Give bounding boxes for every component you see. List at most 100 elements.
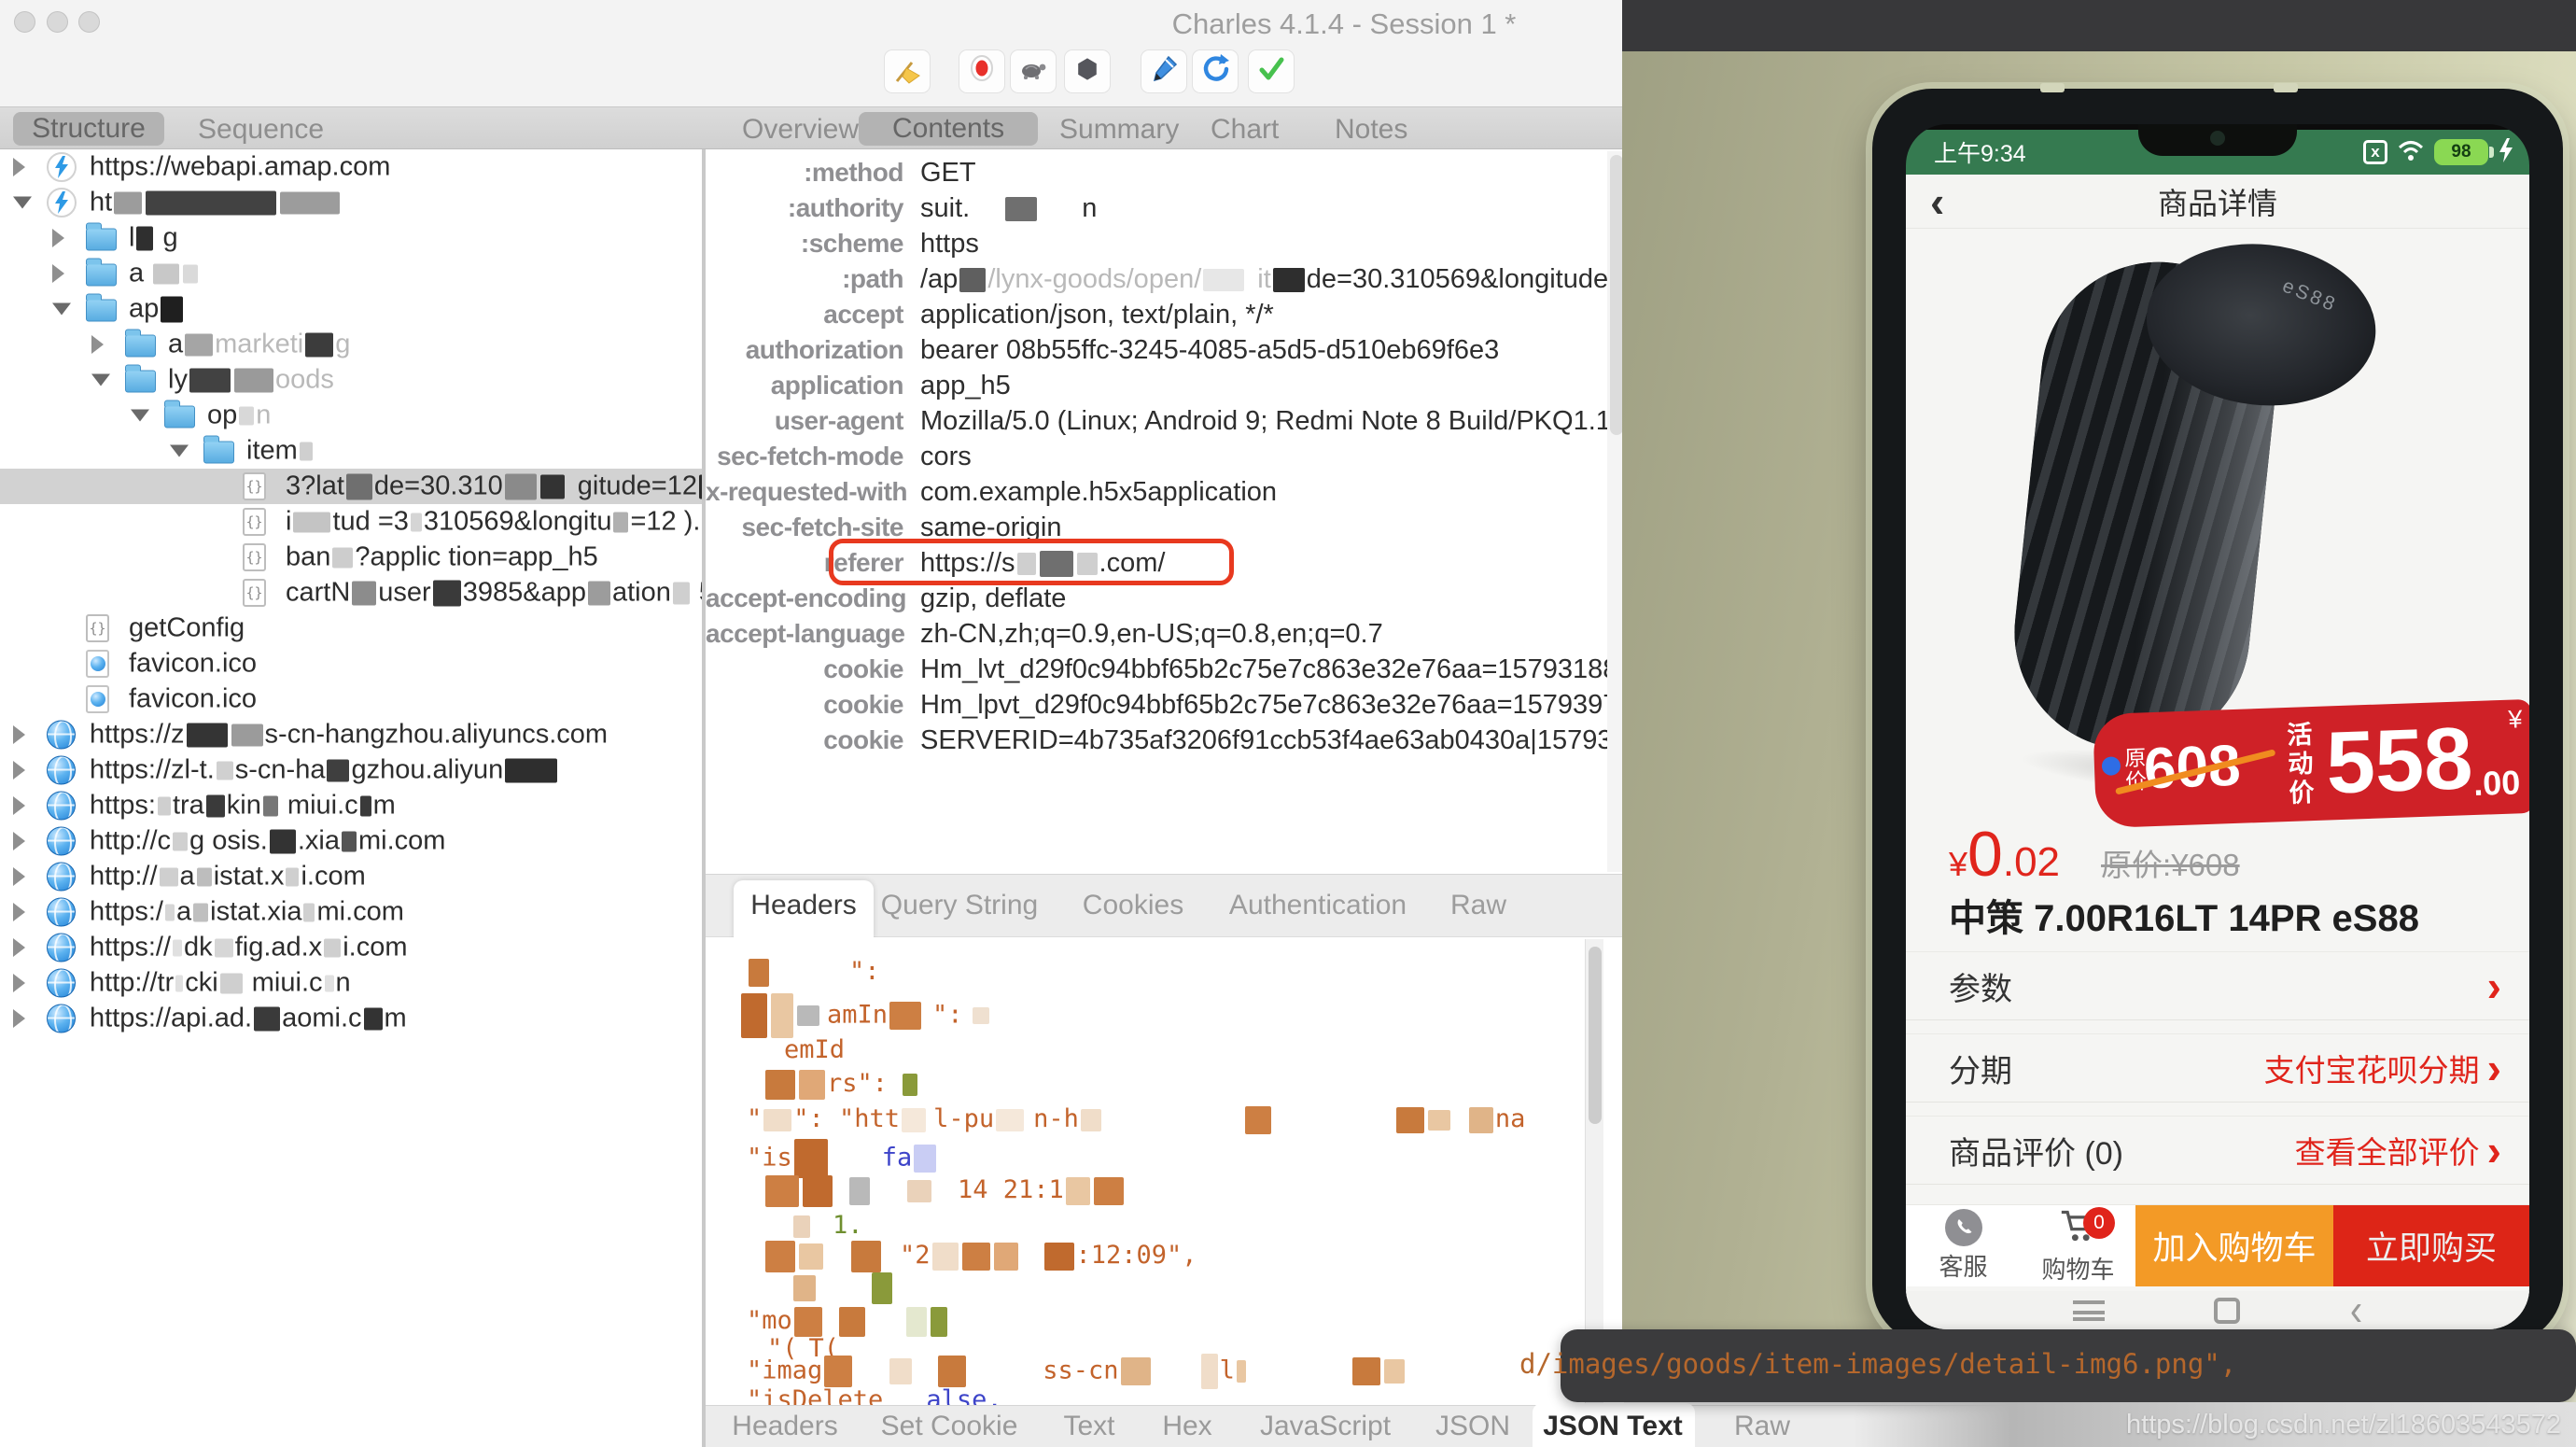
request-tab-query-string[interactable]: Query String bbox=[881, 890, 1038, 921]
response-tab-json[interactable]: JSON bbox=[1435, 1411, 1510, 1442]
tree-row[interactable]: a marketi g bbox=[0, 327, 702, 362]
chevron-right-icon[interactable] bbox=[13, 903, 25, 921]
tree-row-label: l g bbox=[129, 222, 178, 253]
record-button[interactable] bbox=[959, 49, 1005, 93]
window-minimize-button[interactable] bbox=[47, 11, 68, 33]
chevron-right-icon[interactable] bbox=[13, 974, 25, 992]
phone-screen: 上午9:34 x 98 ‹ 商品详情 eS88 原价 608 活动价 558 .… bbox=[1906, 124, 2529, 1329]
tree-row-label: itud =3310569&longitu=12 ). 5 bbox=[286, 506, 702, 537]
request-tab-authentication[interactable]: Authentication bbox=[1229, 890, 1407, 921]
chevron-right-icon[interactable] bbox=[13, 796, 25, 815]
tab-sequence[interactable]: Sequence bbox=[198, 114, 324, 146]
tree-row[interactable]: https://z s-cn-hangzhou.aliyuncs.com bbox=[0, 717, 702, 752]
chevron-down-icon[interactable] bbox=[91, 373, 110, 386]
redaction-block bbox=[587, 581, 610, 606]
redaction-block bbox=[173, 939, 183, 957]
chevron-right-icon[interactable] bbox=[13, 938, 25, 957]
back-icon: ‹ bbox=[2349, 1285, 2363, 1330]
tab-overview[interactable]: Overview bbox=[742, 114, 859, 146]
tab-structure[interactable]: Structure bbox=[13, 112, 164, 146]
redaction-block bbox=[903, 1073, 918, 1096]
tree-row[interactable]: https:/a istat.xia mi.com bbox=[0, 894, 702, 930]
tree-row[interactable]: {} cartNuser3985&appation 5 bbox=[0, 575, 702, 611]
clear-session-button[interactable] bbox=[884, 49, 931, 93]
redaction-block bbox=[799, 1243, 823, 1270]
chevron-right-icon[interactable] bbox=[13, 761, 25, 780]
response-tab-text[interactable]: Text bbox=[1063, 1411, 1114, 1442]
response-tab-raw[interactable]: Raw bbox=[1734, 1411, 1790, 1442]
chevron-down-icon[interactable] bbox=[13, 196, 32, 209]
request-tab-raw[interactable]: Raw bbox=[1450, 890, 1506, 921]
chevron-down-icon[interactable] bbox=[131, 409, 149, 422]
response-tab-json-text[interactable]: JSON Text bbox=[1543, 1411, 1683, 1442]
tab-contents[interactable]: Contents bbox=[859, 112, 1039, 146]
tree-row[interactable]: ap bbox=[0, 291, 702, 327]
window-close-button[interactable] bbox=[14, 11, 35, 33]
tree-row[interactable]: favicon.ico bbox=[0, 646, 702, 681]
redaction-block bbox=[1005, 196, 1038, 221]
tree-row[interactable]: a bbox=[0, 256, 702, 291]
json-line: amIn ": bbox=[739, 993, 991, 1038]
tree-row[interactable]: l g bbox=[0, 220, 702, 256]
response-tab-hex[interactable]: Hex bbox=[1162, 1411, 1211, 1442]
tree-row[interactable]: item bbox=[0, 433, 702, 469]
chevron-right-icon[interactable] bbox=[13, 867, 25, 886]
tree-row-label: http://c g osis. .xia mi.com bbox=[90, 825, 446, 856]
chevron-right-icon[interactable] bbox=[52, 229, 64, 247]
json-line: "isDelete alse, bbox=[747, 1385, 1002, 1405]
tree-row[interactable]: favicon.ico bbox=[0, 681, 702, 717]
chevron-right-icon[interactable] bbox=[13, 1009, 25, 1028]
tab-chart[interactable]: Chart bbox=[1211, 114, 1279, 146]
tree-row-label: https://api.ad. aomi.c m bbox=[90, 1003, 407, 1033]
tab-notes[interactable]: Notes bbox=[1335, 114, 1407, 146]
tree-row[interactable]: {} itud =3310569&longitu=12 ). 5 bbox=[0, 504, 702, 540]
json-request-icon: {} bbox=[243, 579, 266, 607]
request-tab-headers[interactable]: Headers bbox=[750, 890, 856, 921]
header-key: cookie bbox=[823, 690, 903, 719]
host-icon bbox=[47, 1004, 76, 1033]
chevron-right-icon[interactable] bbox=[13, 158, 25, 176]
throttle-button[interactable] bbox=[1010, 49, 1057, 93]
tab-summary[interactable]: Summary bbox=[1059, 114, 1179, 146]
chevron-down-icon[interactable] bbox=[52, 302, 71, 316]
redaction-block bbox=[183, 264, 199, 284]
chevron-down-icon[interactable] bbox=[170, 444, 189, 457]
tree-row[interactable]: https://dk fig.ad.x i.com bbox=[0, 930, 702, 965]
tree-row[interactable]: https: tra kin miui.c m bbox=[0, 788, 702, 823]
tree-row[interactable]: https://api.ad. aomi.c m bbox=[0, 1001, 702, 1036]
validate-button[interactable] bbox=[1248, 49, 1295, 93]
response-tab-headers[interactable]: Headers bbox=[732, 1411, 837, 1442]
tree-row[interactable]: http://a istat.x i.com bbox=[0, 859, 702, 894]
header-row: authorization bearer 08b55ffc-3245-4085-a… bbox=[706, 332, 1624, 368]
chevron-right-icon[interactable] bbox=[91, 335, 104, 354]
tree-row[interactable]: {} getConfig bbox=[0, 611, 702, 646]
phone-handset-icon bbox=[1944, 1209, 1982, 1246]
response-tab-javascript[interactable]: JavaScript bbox=[1260, 1411, 1391, 1442]
chevron-right-icon[interactable] bbox=[13, 725, 25, 744]
chevron-right-icon[interactable] bbox=[13, 832, 25, 850]
repeat-button[interactable] bbox=[1192, 49, 1239, 93]
response-tab-set-cookie[interactable]: Set Cookie bbox=[881, 1411, 1018, 1442]
product-title: 中策 7.00R16LT 14PR eS88 bbox=[1949, 898, 2419, 939]
window-zoom-button[interactable] bbox=[78, 11, 100, 33]
chevron-right-icon[interactable] bbox=[52, 264, 64, 283]
tree-row[interactable]: https://zl-t. s-cn-ha gzhou.aliyun bbox=[0, 752, 702, 788]
tree-row-label: 3?latde=30.310gitude=12 5 x bbox=[286, 471, 702, 502]
favicon-icon bbox=[86, 685, 109, 713]
tree-row[interactable]: http://c g osis. .xia mi.com bbox=[0, 823, 702, 859]
breakpoints-button[interactable] bbox=[1064, 49, 1111, 93]
request-tab-cookies[interactable]: Cookies bbox=[1083, 890, 1183, 921]
redaction-block bbox=[838, 1306, 865, 1337]
redaction-block bbox=[763, 1108, 792, 1131]
host-icon bbox=[47, 791, 76, 821]
tree-row[interactable]: http://tr cki miui.c n bbox=[0, 965, 702, 1001]
compose-button[interactable] bbox=[1141, 49, 1187, 93]
header-key: user-agent bbox=[774, 406, 904, 435]
header-row: user-agent Mozilla/5.0 (Linux; Android 9;… bbox=[706, 403, 1624, 439]
tree-row[interactable]: op n bbox=[0, 398, 702, 433]
tree-row[interactable]: ht bbox=[0, 185, 702, 220]
tree-row[interactable]: https://webapi.amap.com bbox=[0, 149, 702, 185]
tree-row[interactable]: ly oods bbox=[0, 362, 702, 398]
tree-row[interactable]: {} ban ?applic tion=app_h5 bbox=[0, 540, 702, 575]
tree-row-selected[interactable]: {} 3?latde=30.310gitude=12 5 x bbox=[0, 469, 702, 504]
